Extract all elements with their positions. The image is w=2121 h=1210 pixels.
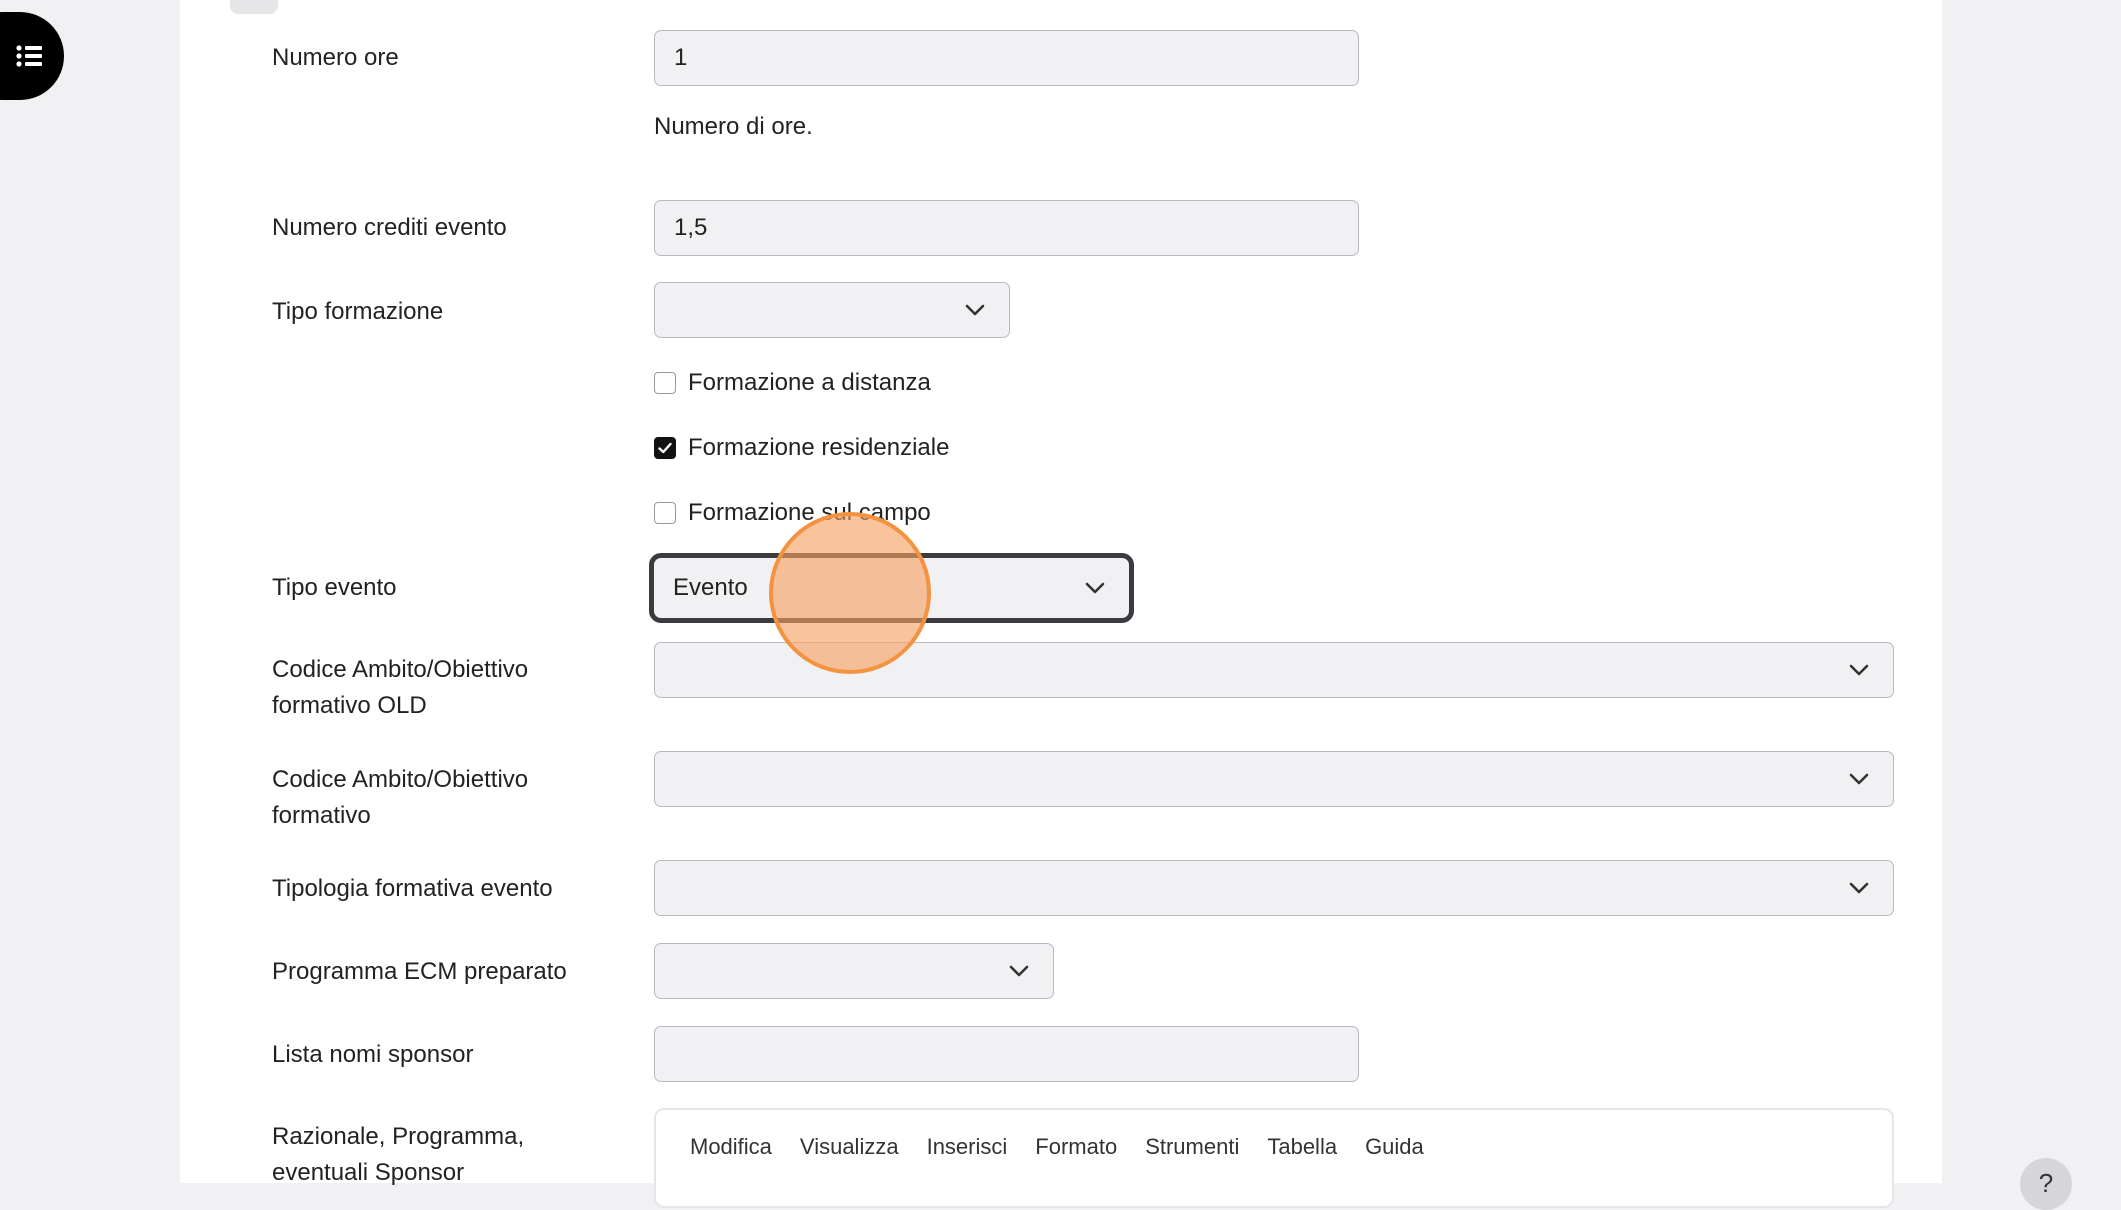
rich-text-editor[interactable]: Modifica Visualizza Inserisci Formato St… [654, 1108, 1894, 1208]
codice-ambito-old-label: Codice Ambito/Obiettivo formativo OLD [272, 652, 528, 724]
menu-formato[interactable]: Formato [1035, 1134, 1117, 1160]
checkbox-unchecked[interactable] [654, 502, 676, 524]
label-line: Codice Ambito/Obiettivo [272, 656, 529, 683]
checkbox-unchecked[interactable] [654, 372, 676, 394]
lista-sponsor-label: Lista nomi sponsor [272, 1041, 474, 1068]
label-line: formativo [272, 802, 371, 829]
chevron-down-icon [1849, 882, 1869, 894]
codice-ambito-label: Codice Ambito/Obiettivo formativo [272, 762, 528, 834]
list-icon [16, 45, 42, 67]
menu-inserisci[interactable]: Inserisci [927, 1134, 1008, 1160]
label-line: Codice Ambito/Obiettivo [272, 766, 529, 793]
menu-tabella[interactable]: Tabella [1267, 1134, 1337, 1160]
click-indicator [769, 512, 931, 674]
tipo-evento-value: Evento [673, 574, 748, 601]
checkbox-checked[interactable] [654, 437, 676, 459]
numero-ore-value: 1 [674, 44, 688, 71]
lista-sponsor-input[interactable] [654, 1026, 1359, 1082]
numero-crediti-value: 1,5 [674, 214, 708, 241]
label-line: eventuali Sponsor [272, 1159, 465, 1186]
checkbox-formazione-distanza[interactable]: Formazione a distanza [654, 365, 931, 401]
tipo-formazione-select[interactable] [654, 282, 1010, 338]
editor-menubar: Modifica Visualizza Inserisci Formato St… [690, 1134, 1424, 1160]
help-button[interactable]: ? [2020, 1158, 2072, 1210]
codice-ambito-select[interactable] [654, 751, 1894, 807]
table-of-contents-button[interactable] [0, 12, 64, 100]
numero-ore-label: Numero ore [272, 44, 399, 71]
programma-ecm-label: Programma ECM preparato [272, 958, 567, 985]
label-line: Razionale, Programma, [272, 1123, 525, 1150]
section-collapse-toggle[interactable] [230, 0, 278, 14]
tipologia-formativa-label: Tipologia formativa evento [272, 875, 553, 902]
label-line: formativo OLD [272, 692, 427, 719]
menu-visualizza[interactable]: Visualizza [800, 1134, 899, 1160]
checkbox-formazione-residenziale[interactable]: Formazione residenziale [654, 430, 949, 466]
numero-ore-input[interactable]: 1 [654, 30, 1359, 86]
checkbox-label: Formazione a distanza [688, 369, 931, 396]
menu-strumenti[interactable]: Strumenti [1145, 1134, 1239, 1160]
checkbox-label: Formazione residenziale [688, 434, 950, 461]
chevron-down-icon [1849, 773, 1869, 785]
checkmark-icon [658, 442, 672, 454]
chevron-down-icon [965, 304, 985, 316]
numero-crediti-label: Numero crediti evento [272, 214, 507, 241]
chevron-down-icon [1085, 582, 1105, 594]
tipo-formazione-label: Tipo formazione [272, 298, 444, 325]
chevron-down-icon [1849, 664, 1869, 676]
programma-ecm-select[interactable] [654, 943, 1054, 999]
tipo-evento-label: Tipo evento [272, 574, 397, 601]
section-title: Informazioni evento [304, 0, 653, 9]
menu-guida[interactable]: Guida [1365, 1134, 1424, 1160]
menu-modifica[interactable]: Modifica [690, 1134, 772, 1160]
razionale-label: Razionale, Programma, eventuali Sponsor [272, 1119, 524, 1191]
numero-crediti-input[interactable]: 1,5 [654, 200, 1359, 256]
chevron-down-icon [1009, 965, 1029, 977]
numero-ore-help: Numero di ore. [654, 113, 813, 140]
tipologia-formativa-select[interactable] [654, 860, 1894, 916]
